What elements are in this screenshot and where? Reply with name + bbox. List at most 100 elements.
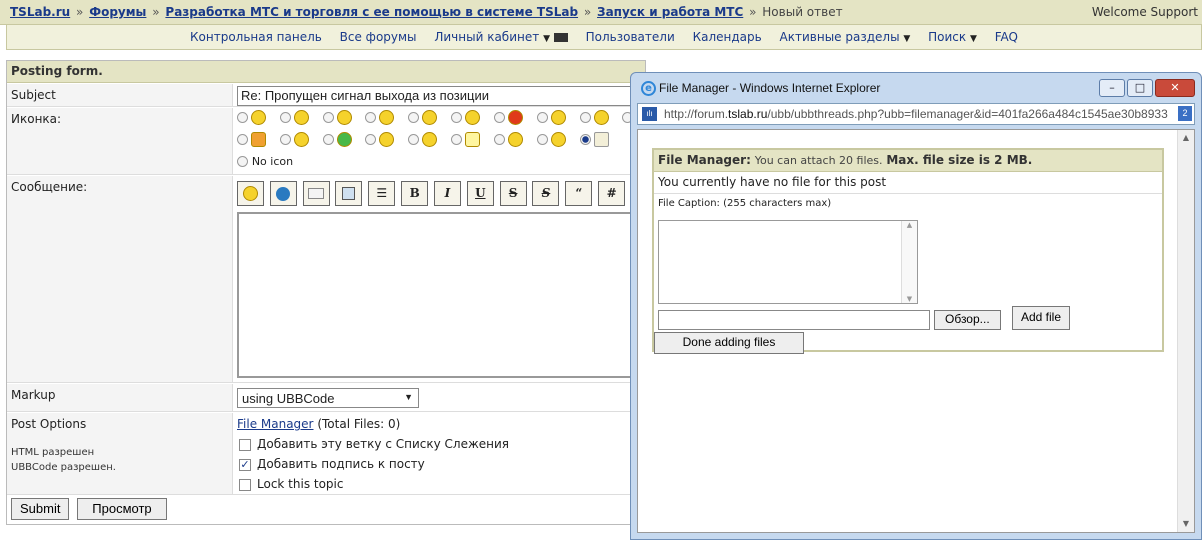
file-manager-link[interactable]: File Manager	[237, 417, 314, 431]
nav-cabinet[interactable]: Личный кабинет ▼	[434, 30, 568, 44]
nav-all-forums[interactable]: Все форумы	[340, 30, 417, 44]
icon-option[interactable]	[451, 132, 490, 147]
nav-cabinet-label: Личный кабинет	[434, 30, 540, 44]
signature-checkbox[interactable]: ✓	[239, 458, 251, 471]
radio[interactable]	[365, 112, 377, 123]
preview-button[interactable]: Просмотр	[77, 498, 167, 520]
radio[interactable]	[493, 134, 505, 145]
icon-option[interactable]	[365, 110, 404, 125]
radio[interactable]	[322, 134, 334, 145]
icon-option[interactable]	[322, 132, 362, 147]
minimize-button[interactable]: –	[1099, 79, 1125, 97]
icon-option[interactable]	[493, 132, 533, 147]
radio[interactable]	[279, 112, 291, 123]
breadcrumb-separator: »	[76, 5, 84, 19]
breadcrumb-link-launch[interactable]: Запуск и работа МТС	[597, 5, 743, 19]
message-textarea[interactable]	[237, 212, 645, 378]
signature-label: Добавить подпись к посту	[257, 457, 425, 471]
maximize-button[interactable]: □	[1127, 79, 1153, 97]
icon-option[interactable]	[493, 110, 533, 125]
icon-option[interactable]	[365, 132, 404, 147]
radio[interactable]	[322, 112, 334, 123]
icon-option[interactable]	[408, 110, 447, 125]
list-button[interactable]: ☰	[368, 181, 396, 206]
strike-button[interactable]: S	[499, 181, 527, 206]
smiley-icon	[507, 132, 523, 147]
address-bar[interactable]: ılı http://forum.tslab.ru/ubb/ubbthreads…	[637, 103, 1195, 125]
close-button[interactable]: ✕	[1155, 79, 1195, 97]
radio[interactable]	[408, 134, 420, 145]
scroll-up-icon[interactable]: ▲	[1178, 130, 1194, 146]
list-icon: ☰	[376, 186, 388, 200]
vertical-scrollbar[interactable]: ▲ ▼	[1177, 130, 1194, 532]
done-adding-button[interactable]: Done adding files	[654, 332, 804, 354]
nav-search[interactable]: Поиск ▼	[928, 30, 977, 44]
italic-button[interactable]: I	[433, 181, 461, 206]
dropdown-triangle-icon: ▼	[969, 34, 977, 44]
caption-textarea[interactable]: ▲ ▼	[658, 220, 918, 304]
scroll-down-icon[interactable]: ▼	[902, 295, 917, 303]
smiley-icon	[422, 110, 438, 125]
lock-checkbox[interactable]	[239, 478, 251, 491]
icon-option[interactable]	[279, 110, 319, 125]
radio[interactable]	[579, 112, 591, 123]
icon-option[interactable]	[536, 110, 576, 125]
icon-option[interactable]	[579, 132, 619, 147]
link-button[interactable]	[269, 181, 297, 206]
posting-form: Posting form. Subject Re: Пропущен сигна…	[6, 60, 652, 525]
radio-selected[interactable]	[579, 134, 591, 145]
icon-option[interactable]	[322, 110, 362, 125]
radio[interactable]	[237, 112, 248, 123]
radio[interactable]	[451, 112, 463, 123]
icon-option[interactable]	[237, 132, 276, 147]
submit-button[interactable]: Submit	[11, 498, 70, 520]
bold-button[interactable]: B	[401, 181, 429, 206]
radio[interactable]	[408, 112, 420, 123]
image-button[interactable]	[335, 181, 363, 206]
smiley-button[interactable]	[237, 181, 264, 206]
smiley-icon	[293, 132, 309, 147]
breadcrumb-link-development[interactable]: Разработка МТС и торговля с ее помощью в…	[165, 5, 578, 19]
radio[interactable]	[279, 134, 291, 145]
nav-control-panel[interactable]: Контрольная панель	[190, 30, 322, 44]
file-path-input[interactable]	[658, 310, 930, 330]
breadcrumb-link-tslab[interactable]: TSLab.ru	[10, 5, 70, 19]
radio[interactable]	[237, 134, 248, 145]
nav-active-topics[interactable]: Активные разделы ▼	[780, 30, 911, 44]
add-file-button[interactable]: Add file	[1012, 306, 1071, 330]
radio[interactable]	[536, 134, 548, 145]
certificate-icon[interactable]: 2	[1178, 106, 1192, 121]
nav-users[interactable]: Пользователи	[586, 30, 675, 44]
breadcrumb-separator: »	[583, 5, 592, 19]
radio[interactable]	[451, 134, 463, 145]
code-button[interactable]: #	[598, 181, 626, 206]
icon-option[interactable]	[279, 132, 319, 147]
scroll-down-icon[interactable]: ▼	[1178, 516, 1194, 532]
watch-checkbox[interactable]	[239, 438, 251, 451]
icon-option[interactable]	[579, 110, 619, 125]
quote-button[interactable]: “	[565, 181, 593, 206]
scroll-up-icon[interactable]: ▲	[902, 221, 917, 229]
icon-option[interactable]	[408, 132, 447, 147]
browse-button[interactable]: Обзор...	[934, 310, 1001, 330]
radio[interactable]	[493, 112, 505, 123]
breadcrumb-link-forums[interactable]: Форумы	[89, 5, 146, 19]
radio[interactable]	[365, 134, 377, 145]
nav-calendar[interactable]: Календарь	[693, 30, 762, 44]
markup-select[interactable]: using UBBCode ▼	[237, 388, 419, 408]
icon-option[interactable]	[536, 132, 576, 147]
subject-input[interactable]: Re: Пропущен сигнал выхода из позиции	[237, 86, 637, 106]
file-manager-panel: File Manager: You can attach 20 files. M…	[652, 148, 1164, 354]
fm-attach-info: You can attach 20 files.	[754, 154, 883, 167]
textarea-scrollbar[interactable]: ▲ ▼	[901, 221, 917, 303]
icon-option[interactable]	[451, 110, 490, 125]
window-content: ▲ ▼ File Manager: You can attach 20 file…	[637, 129, 1195, 533]
email-button[interactable]	[302, 181, 330, 206]
radio-no-icon[interactable]	[237, 156, 248, 167]
icon-option[interactable]	[237, 110, 276, 125]
nav-faq[interactable]: FAQ	[995, 30, 1018, 44]
underline-button[interactable]: U	[466, 181, 494, 206]
radio[interactable]	[536, 112, 548, 123]
thumbs-up-icon	[251, 132, 266, 147]
spoiler-button[interactable]: S	[532, 181, 560, 206]
